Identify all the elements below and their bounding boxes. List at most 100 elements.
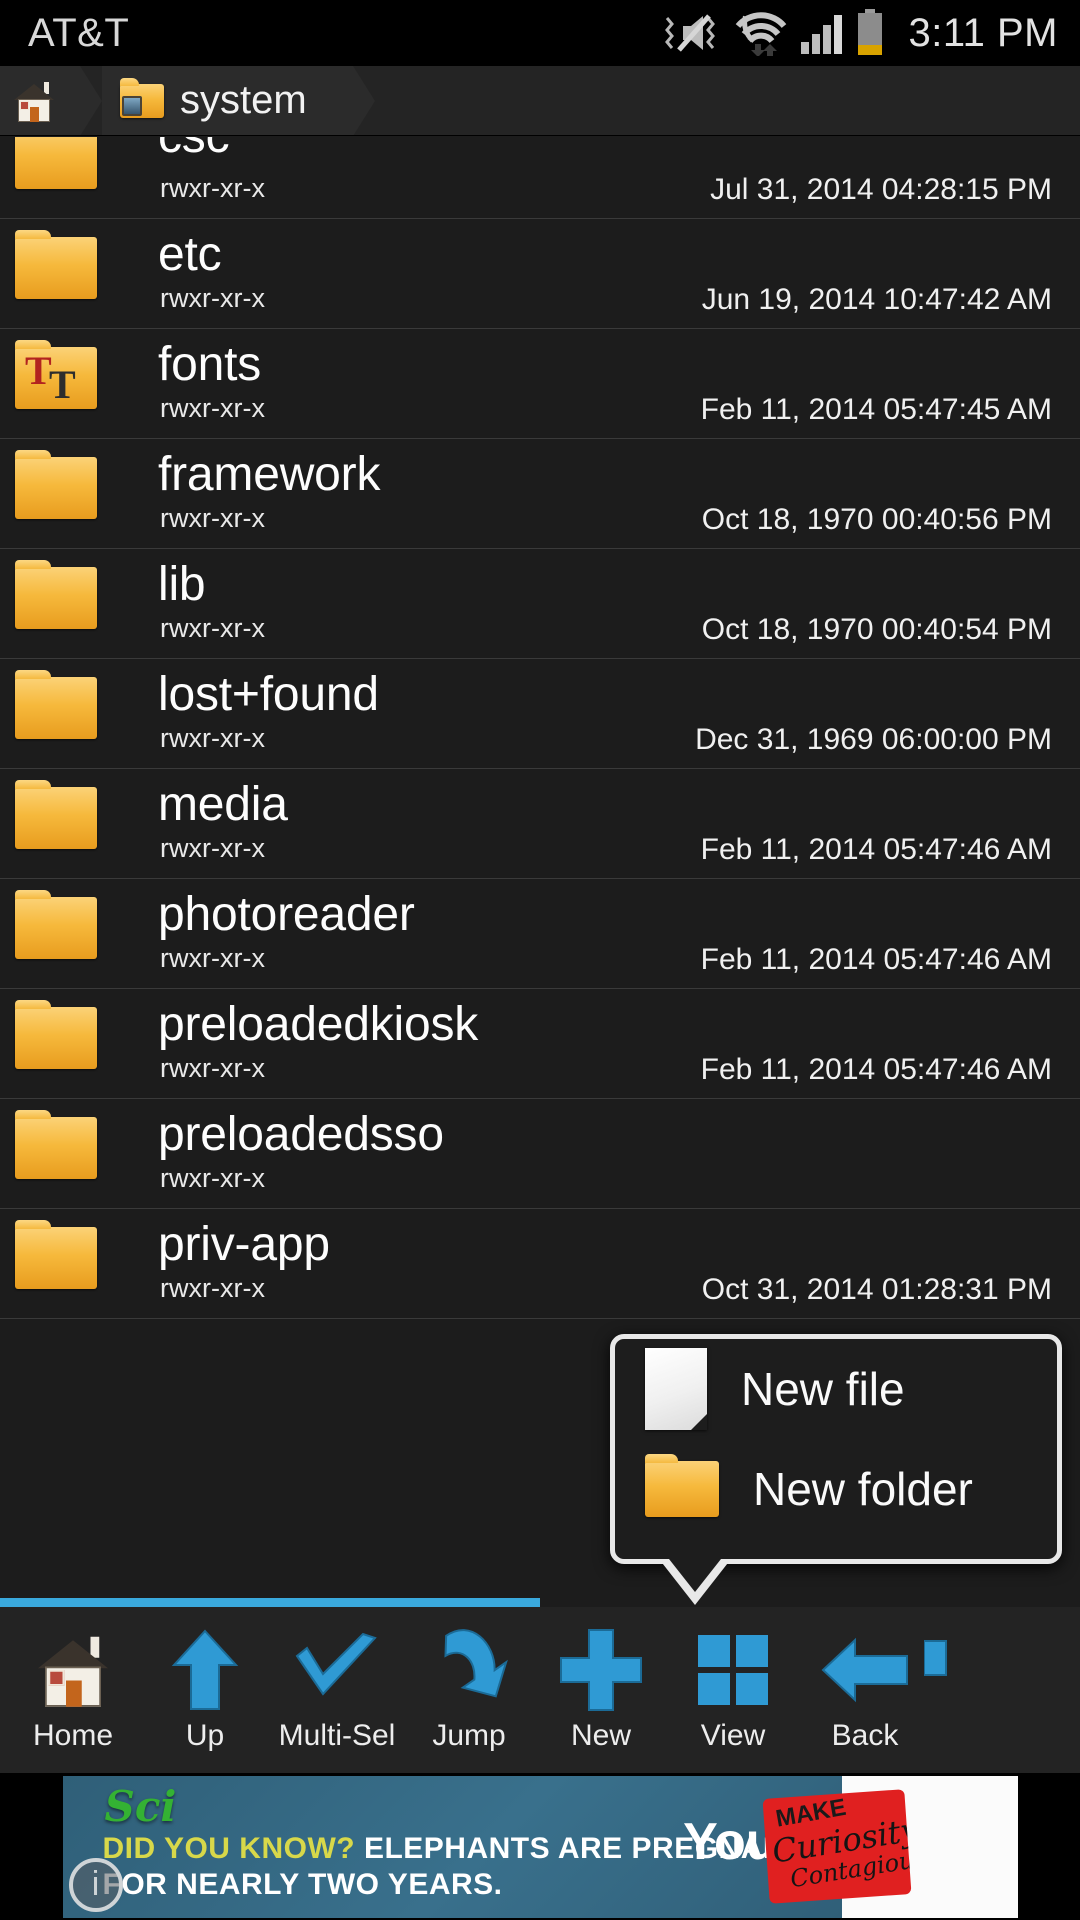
arrow-left-icon xyxy=(821,1627,909,1713)
breadcrumb-sep-1 xyxy=(80,66,102,135)
toolbar-label: Jump xyxy=(432,1719,506,1752)
file-date: Jun 19, 2014 10:47:42 AM xyxy=(701,283,1052,316)
battery-icon xyxy=(857,9,882,55)
folder-icon xyxy=(15,230,97,299)
folder-icon xyxy=(15,137,97,189)
file-name: preloadedsso xyxy=(158,1108,444,1161)
file-date: Jul 31, 2014 04:28:15 PM xyxy=(710,173,1052,206)
file-name: lost+found xyxy=(158,668,379,721)
ad-subline: FOR NEARLY TWO YEARS. xyxy=(102,1867,503,1901)
grid-icon xyxy=(696,1627,770,1713)
toolbar-label: Up xyxy=(185,1719,225,1752)
folder-icon xyxy=(645,1454,719,1517)
home-icon xyxy=(38,1627,108,1713)
toolbar-scrollbar[interactable] xyxy=(0,1598,1080,1607)
file-permissions: rwxr-xr-x xyxy=(160,393,265,423)
table-row[interactable]: preloadedsso rwxr-xr-x xyxy=(0,1099,1080,1209)
table-row[interactable]: lost+found rwxr-xr-x Dec 31, 1969 06:00:… xyxy=(0,659,1080,769)
folder-icon xyxy=(15,670,97,739)
new-item-popup-menu[interactable]: New file New folder xyxy=(610,1334,1062,1605)
file-name: etc xyxy=(158,228,222,281)
table-row[interactable]: media rwxr-xr-x Feb 11, 2014 05:47:46 AM xyxy=(0,769,1080,879)
toolbar-label: Home xyxy=(32,1719,114,1752)
file-date: Oct 18, 1970 00:40:54 PM xyxy=(701,613,1052,646)
mute-vibrate-icon xyxy=(664,14,715,52)
toolbar-overflow-clipped-icon[interactable] xyxy=(923,1639,954,1710)
file-permissions: rwxr-xr-x xyxy=(160,1163,265,1193)
table-row[interactable]: lib rwxr-xr-x Oct 18, 1970 00:40:54 PM xyxy=(0,549,1080,659)
file-name: fonts xyxy=(158,338,262,391)
file-date: Feb 11, 2014 05:47:45 AM xyxy=(700,393,1052,426)
file-name: framework xyxy=(158,448,381,501)
signal-icon xyxy=(800,15,842,54)
breadcrumb: system xyxy=(0,66,1080,136)
bottom-toolbar[interactable]: Home Up Multi-Sel Jump New View Back xyxy=(0,1607,1080,1773)
menu-item-new-file[interactable]: New file xyxy=(615,1339,1057,1439)
ad-banner[interactable]: Sci DID YOU KNOW? ELEPHANTS ARE PREGNANT… xyxy=(0,1773,1080,1920)
clock-label: 3:11 PM xyxy=(908,10,1058,55)
wifi-icon xyxy=(735,12,786,56)
table-row[interactable]: priv-app rwxr-xr-x Oct 31, 2014 01:28:31… xyxy=(0,1209,1080,1319)
toolbar-button-jump[interactable]: Jump xyxy=(410,1607,528,1773)
table-row[interactable]: csc rwxr-xr-x Jul 31, 2014 04:28:15 PM xyxy=(0,137,1080,219)
folder-icon xyxy=(15,780,97,849)
toolbar-button-up[interactable]: Up xyxy=(146,1607,264,1773)
file-permissions: rwxr-xr-x xyxy=(160,283,265,313)
ad-headline-highlight: DID YOU KNOW? xyxy=(102,1831,356,1865)
checkmark-icon xyxy=(291,1627,383,1713)
breadcrumb-sep-2 xyxy=(352,66,375,135)
file-permissions: rwxr-xr-x xyxy=(160,613,265,643)
plus-icon xyxy=(559,1627,643,1713)
table-row[interactable]: preloadedkiosk rwxr-xr-x Feb 11, 2014 05… xyxy=(0,989,1080,1099)
status-bar: AT&T 3:11 PM xyxy=(0,0,1080,66)
toolbar-button-back[interactable]: Back xyxy=(806,1607,924,1773)
file-permissions: rwxr-xr-x xyxy=(160,503,265,533)
folder-icon xyxy=(15,1220,97,1289)
file-name: lib xyxy=(158,558,206,611)
carrier-label: AT&T xyxy=(28,10,130,55)
toolbar-button-home[interactable]: Home xyxy=(14,1607,132,1773)
file-name: preloadedkiosk xyxy=(158,998,479,1051)
ad-logo: Sci xyxy=(104,1781,177,1831)
breadcrumb-item-system[interactable]: system xyxy=(102,66,353,135)
file-permissions: rwxr-xr-x xyxy=(160,1053,265,1083)
file-date: Oct 18, 1970 00:40:56 PM xyxy=(701,503,1052,536)
file-date: Feb 11, 2014 05:47:46 AM xyxy=(700,833,1052,866)
folder-icon xyxy=(15,450,97,519)
toolbar-button-multi-sel[interactable]: Multi-Sel xyxy=(278,1607,396,1773)
fonts-folder-icon: TT xyxy=(15,340,97,409)
toolbar-label: New xyxy=(570,1719,631,1752)
table-row[interactable]: TT fonts rwxr-xr-x Feb 11, 2014 05:47:45… xyxy=(0,329,1080,439)
folder-icon xyxy=(15,1110,97,1179)
menu-item-label: New folder xyxy=(753,1463,973,1515)
table-row[interactable]: photoreader rwxr-xr-x Feb 11, 2014 05:47… xyxy=(0,879,1080,989)
folder-icon xyxy=(15,890,97,959)
toolbar-button-view[interactable]: View xyxy=(674,1607,792,1773)
scrollbar-thumb[interactable] xyxy=(0,1598,540,1607)
toolbar-button-new[interactable]: New xyxy=(542,1607,660,1773)
file-permissions: rwxr-xr-x xyxy=(160,1273,265,1303)
jump-arrow-icon xyxy=(426,1627,512,1713)
file-date: Feb 11, 2014 05:47:46 AM xyxy=(700,943,1052,976)
app-root: AT&T 3:11 PM system rwxr-xr-x Jul 31, 20… xyxy=(0,0,1080,1920)
status-icons: 3:11 PM xyxy=(663,9,1059,57)
menu-item-label: New file xyxy=(741,1363,905,1415)
home-icon xyxy=(14,80,54,122)
file-permissions: rwxr-xr-x xyxy=(160,833,265,863)
file-name: media xyxy=(158,778,288,831)
toolbar-label: Multi-Sel xyxy=(278,1719,396,1752)
ad-info-icon[interactable]: i xyxy=(68,1857,123,1912)
file-name: photoreader xyxy=(158,888,415,941)
table-row[interactable]: etc rwxr-xr-x Jun 19, 2014 10:47:42 AM xyxy=(0,219,1080,329)
breadcrumb-home[interactable] xyxy=(0,66,80,135)
file-date: Oct 31, 2014 01:28:31 PM xyxy=(701,1273,1052,1306)
ad-content[interactable]: Sci DID YOU KNOW? ELEPHANTS ARE PREGNANT… xyxy=(62,1775,1018,1918)
file-name: csc xyxy=(158,137,230,164)
toolbar-label: View xyxy=(700,1719,766,1752)
toolbar-label: Back xyxy=(831,1719,899,1752)
system-folder-icon xyxy=(120,77,164,118)
popup-pointer xyxy=(659,1559,731,1605)
menu-item-new-folder[interactable]: New folder xyxy=(615,1439,1057,1539)
table-row[interactable]: framework rwxr-xr-x Oct 18, 1970 00:40:5… xyxy=(0,439,1080,549)
file-permissions: rwxr-xr-x xyxy=(160,173,265,203)
